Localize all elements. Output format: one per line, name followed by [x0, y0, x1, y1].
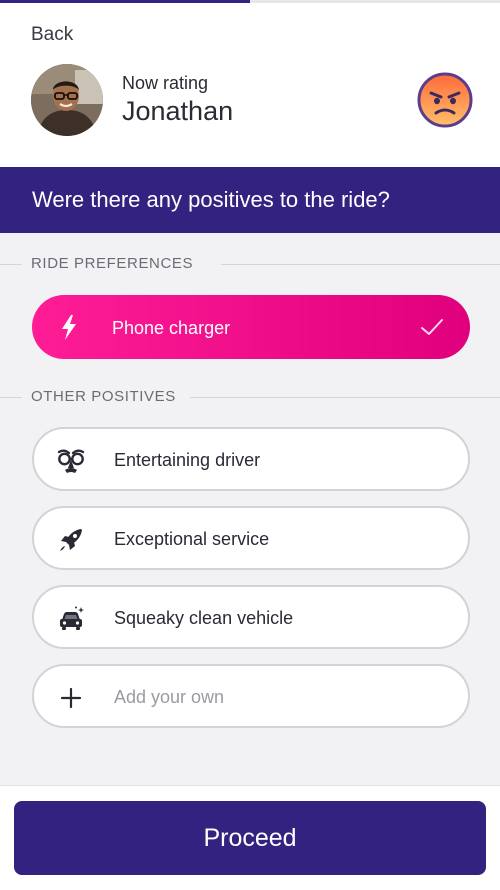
rocket-icon: [60, 529, 82, 551]
option-squeaky-clean-vehicle[interactable]: Squeaky clean vehicle: [32, 585, 470, 649]
divider: [0, 397, 22, 398]
section-title: OTHER POSITIVES: [31, 388, 176, 405]
now-rating-label: Now rating: [122, 73, 209, 93]
lightning-bolt-icon: [62, 315, 76, 340]
plus-icon: [60, 687, 82, 709]
option-phone-charger[interactable]: Phone charger: [32, 295, 470, 359]
divider: [221, 264, 500, 265]
question-text: Were there any positives to the ride?: [32, 187, 390, 212]
proceed-button[interactable]: Proceed: [14, 801, 486, 875]
divider: [190, 397, 500, 398]
section-other-positives: OTHER POSITIVES: [0, 387, 500, 407]
option-entertaining-driver[interactable]: Entertaining driver: [32, 427, 470, 491]
checkmark-icon: [421, 319, 443, 335]
option-label: Entertaining driver: [114, 450, 261, 470]
option-label: Exceptional service: [114, 529, 270, 549]
funny-glasses-icon: [57, 449, 85, 473]
option-exceptional-service[interactable]: Exceptional service: [32, 506, 470, 570]
option-label: Squeaky clean vehicle: [114, 608, 294, 628]
section-title: RIDE PREFERENCES: [31, 255, 194, 272]
driver-avatar: [31, 64, 103, 136]
driver-photo-icon: [31, 64, 103, 136]
driver-name: Jonathan: [122, 96, 234, 126]
divider: [0, 264, 22, 265]
back-button[interactable]: Back: [31, 24, 73, 46]
add-your-own-input[interactable]: Add your own: [32, 664, 470, 728]
angry-face-icon[interactable]: [417, 72, 473, 128]
clean-car-icon: [60, 606, 84, 630]
add-your-own-placeholder: Add your own: [114, 687, 225, 707]
option-label: Phone charger: [112, 318, 231, 338]
section-ride-preferences: RIDE PREFERENCES: [0, 254, 500, 274]
